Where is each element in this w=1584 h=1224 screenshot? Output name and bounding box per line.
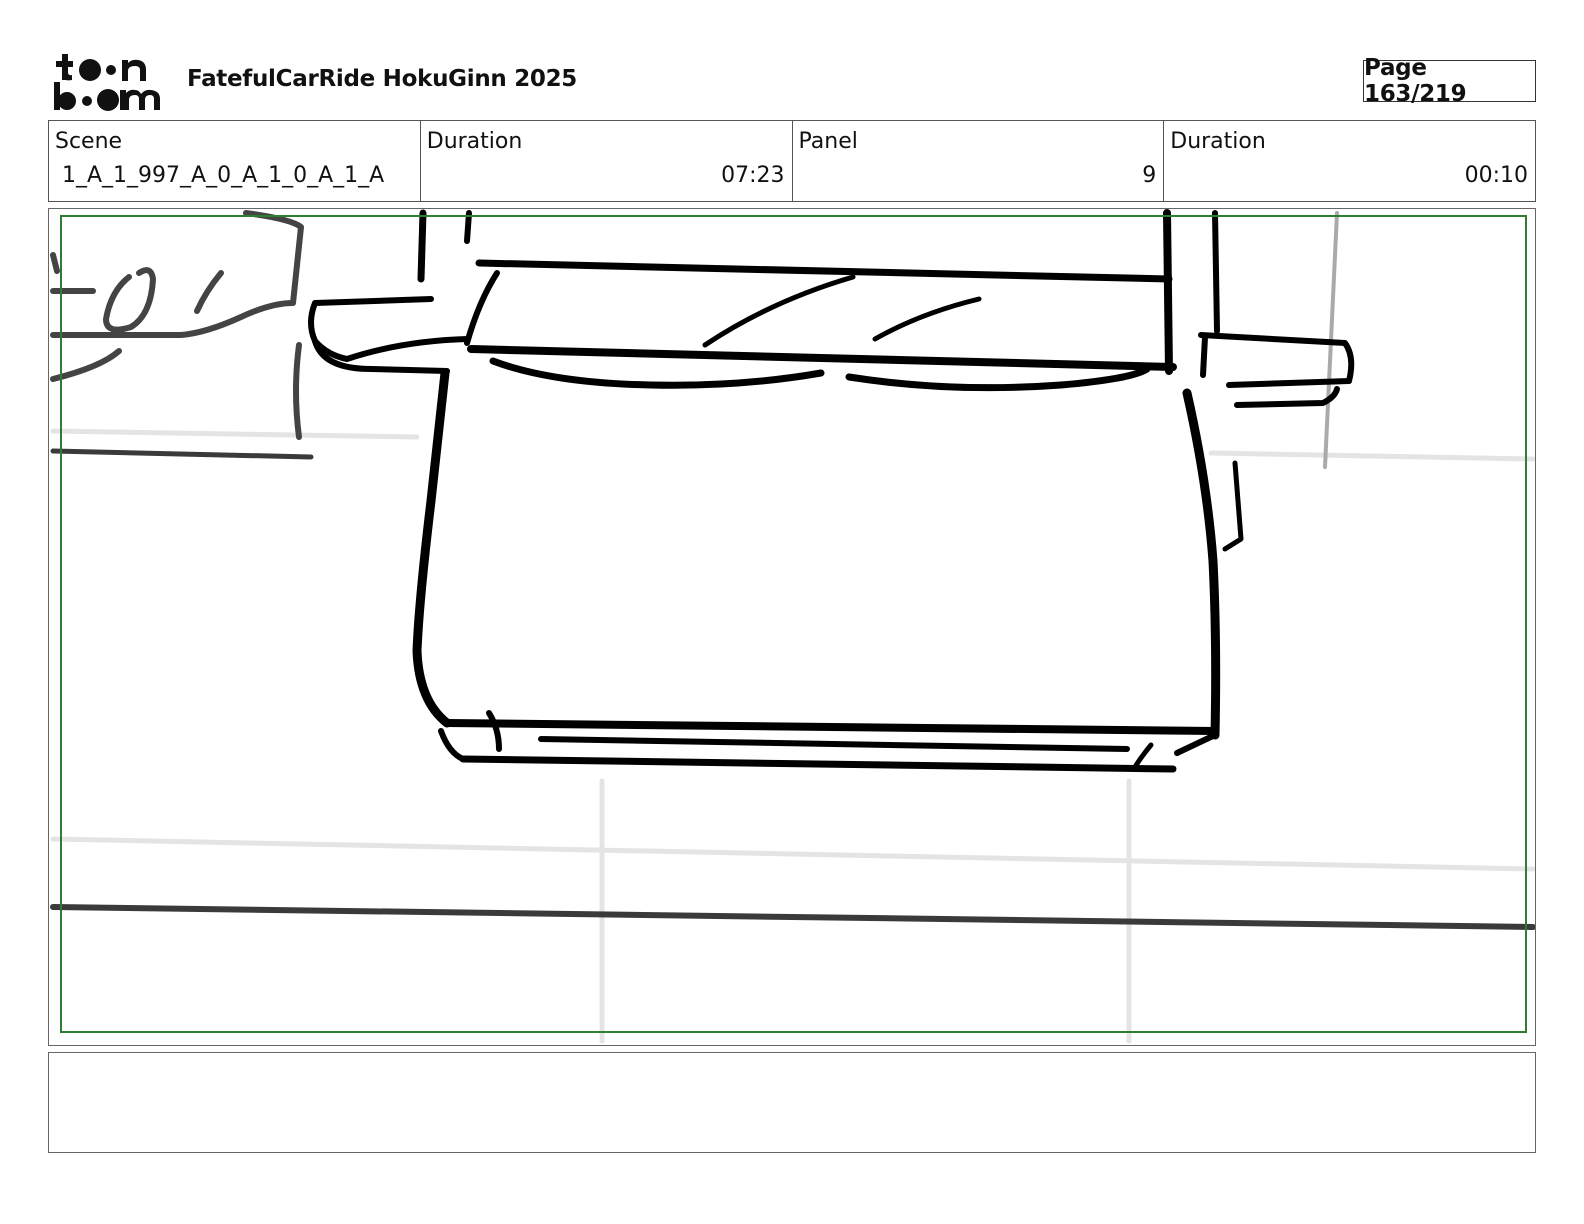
storyboard-panel [48,208,1536,1046]
scene-duration-value: 07:23 [721,163,785,188]
background-grid-lines [50,428,1535,1044]
scene-duration-cell: Duration 07:23 [419,121,792,201]
panel-notes-box[interactable] [48,1052,1536,1153]
page-number: Page 163/219 [1363,55,1536,107]
scene-duration-label: Duration [426,129,523,154]
scene-cell: Scene 1_A_1_997_A_0_A_1_0_A_1_A [49,121,420,201]
scene-info-table: Scene 1_A_1_997_A_0_A_1_0_A_1_A Duration… [48,120,1536,202]
panel-sketch [50,209,1535,1044]
scene-label: Scene [55,129,123,154]
toon-boom-logo-icon [54,54,160,111]
project-title: FatefulCarRide HokuGinn 2025 [187,66,578,92]
panel-duration-value: 00:10 [1464,163,1528,188]
left-hand-sketch [50,210,304,440]
panel-value: 9 [1142,163,1157,188]
panel-duration-label: Duration [1170,129,1266,154]
scene-value: 1_A_1_997_A_0_A_1_0_A_1_A [62,163,385,188]
box-sketch [308,209,1355,773]
panel-duration-cell: Duration 00:10 [1163,121,1535,201]
panel-cell: Panel 9 [791,121,1164,201]
toon-boom-logo [52,52,164,112]
panel-label: Panel [798,129,858,154]
